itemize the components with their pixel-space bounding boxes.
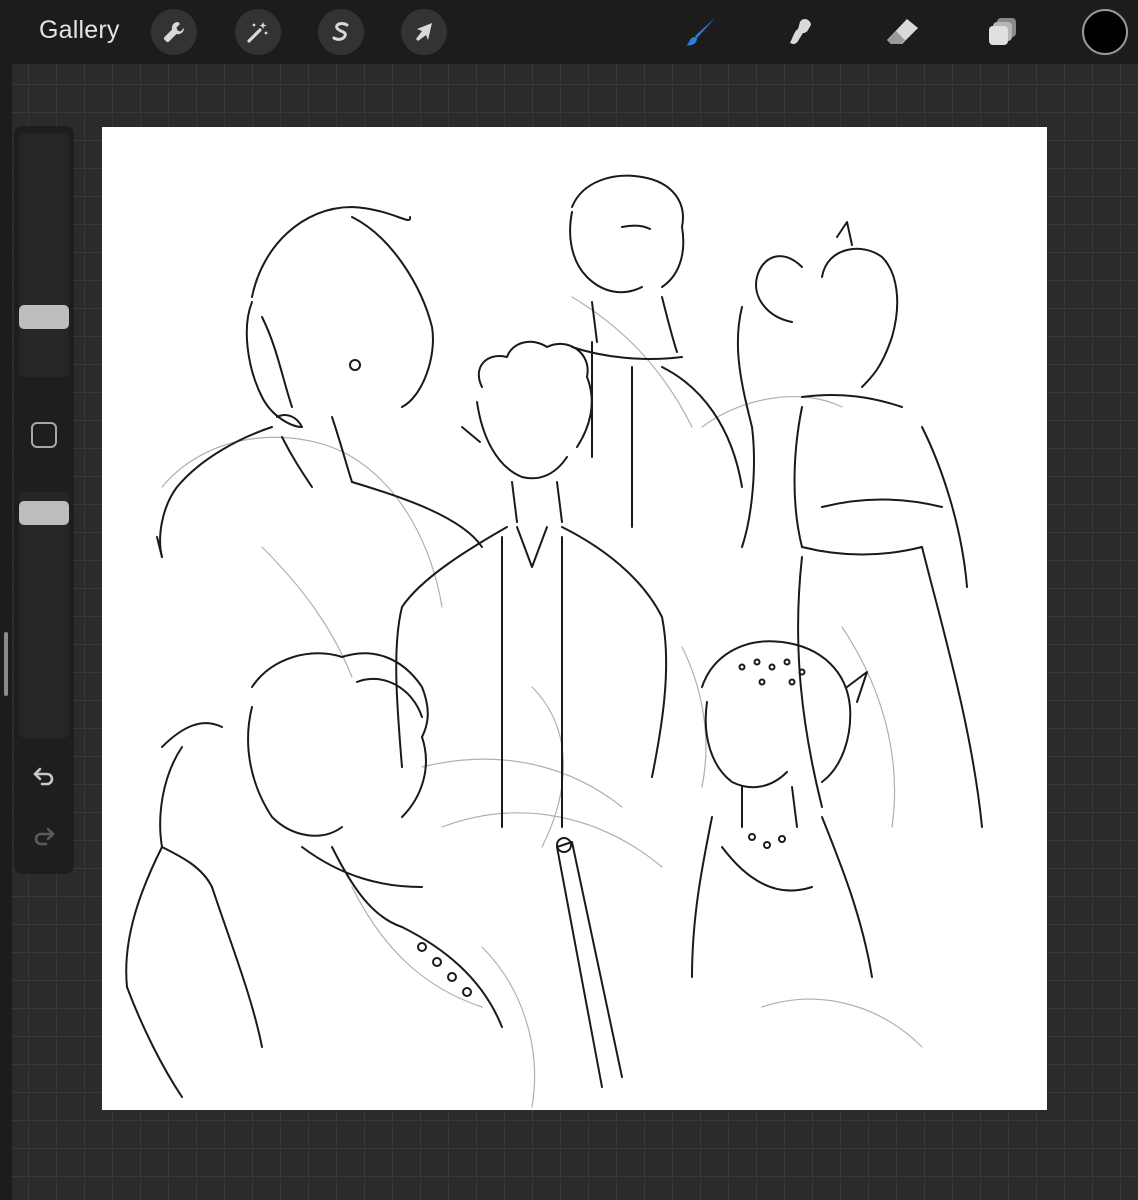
brush-size-thumb[interactable] (19, 304, 69, 329)
drawing-canvas[interactable] (102, 127, 1047, 1110)
layers-icon (989, 18, 1016, 45)
brush-icon (686, 18, 715, 46)
smudge-tool-button[interactable] (780, 10, 824, 54)
undo-icon (33, 767, 54, 786)
sidebar-move-handle[interactable] (4, 632, 8, 696)
modifier-square-icon[interactable] (31, 422, 57, 448)
undo-button[interactable] (28, 760, 60, 792)
transform-arrow-icon (416, 23, 432, 41)
color-picker-button[interactable] (1082, 9, 1128, 55)
sketch-artwork (125, 174, 983, 1108)
adjustments-button[interactable] (235, 9, 281, 55)
smudge-icon (790, 19, 811, 44)
selection-s-icon (332, 22, 349, 41)
left-edge (0, 64, 12, 1200)
eraser-icon (887, 19, 918, 44)
eraser-tool-button[interactable] (881, 10, 925, 54)
opacity-slider[interactable] (19, 492, 69, 738)
redo-icon (34, 827, 55, 846)
brush-tool-button[interactable] (680, 10, 724, 54)
layers-button[interactable] (981, 10, 1025, 54)
top-toolbar: Gallery (0, 0, 1138, 64)
opacity-thumb[interactable] (19, 500, 69, 525)
magic-wand-icon (247, 22, 268, 43)
transform-button[interactable] (401, 9, 447, 55)
actions-button[interactable] (151, 9, 197, 55)
gallery-button[interactable]: Gallery (39, 16, 120, 45)
wrench-icon (163, 21, 185, 43)
redo-button[interactable] (28, 820, 60, 852)
sidebar (14, 126, 74, 874)
selection-button[interactable] (318, 9, 364, 55)
brush-size-slider[interactable] (19, 133, 69, 377)
